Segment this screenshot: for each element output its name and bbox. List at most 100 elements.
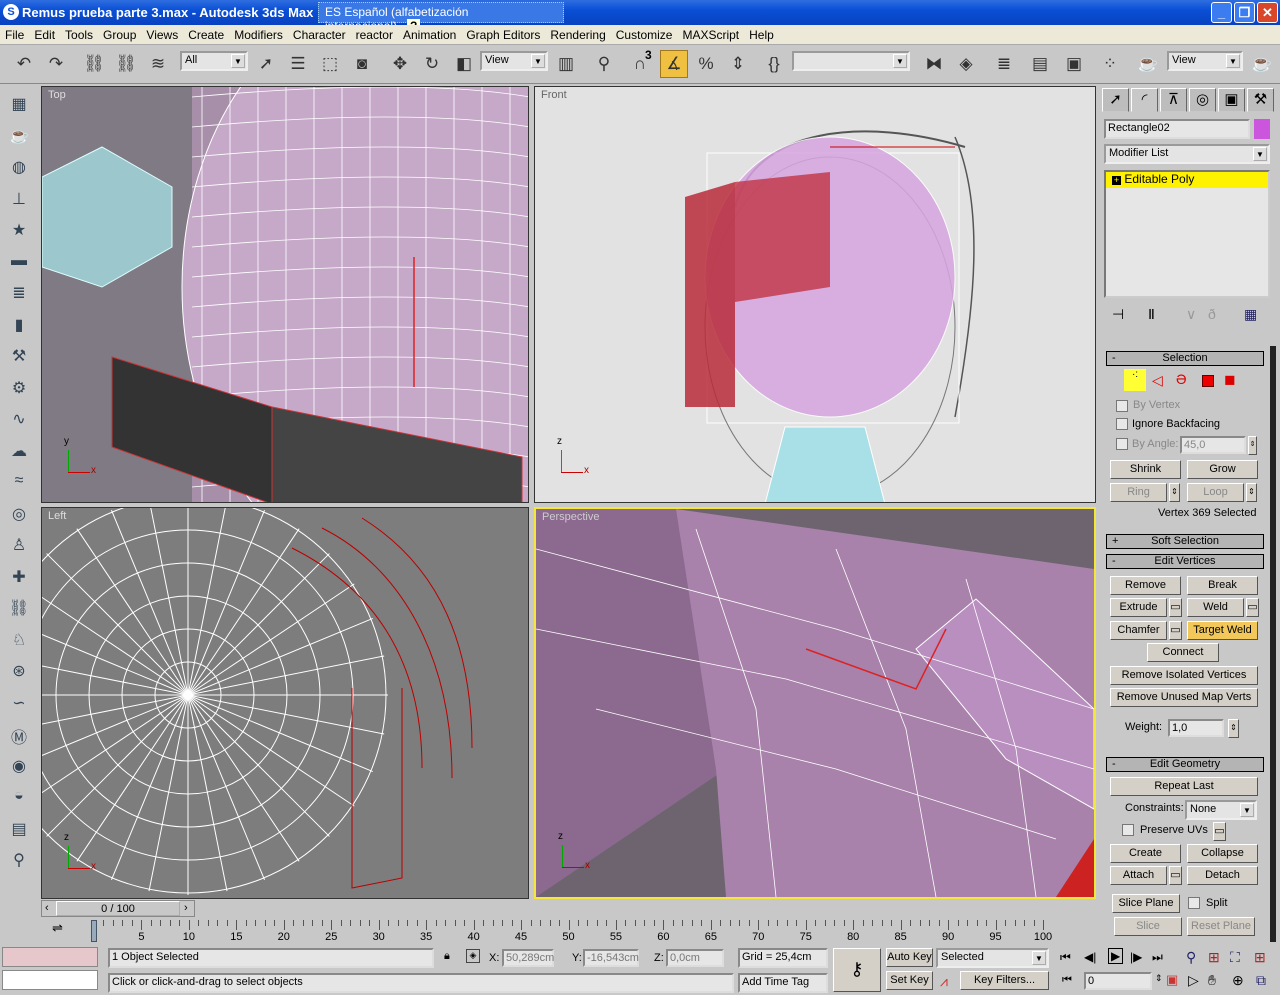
select-icon[interactable]: ➚ xyxy=(252,50,280,78)
chamfer-button[interactable]: Chamfer xyxy=(1110,621,1167,640)
menu-create[interactable]: Create xyxy=(183,25,229,42)
time-slider[interactable]: ‹ 0 / 100 › xyxy=(41,900,195,917)
fog-icon[interactable]: ☁ xyxy=(6,441,32,465)
viewport-label-front[interactable]: Front xyxy=(541,89,567,101)
menu-modifiers[interactable]: Modifiers xyxy=(229,25,288,42)
stack-icon[interactable]: ≣ xyxy=(6,283,32,307)
select-by-name-icon[interactable]: ☰ xyxy=(284,50,312,78)
configure-modifier-sets-icon[interactable]: ▦ xyxy=(1244,306,1257,323)
modify-tab[interactable]: ◜ xyxy=(1131,88,1158,112)
align-icon[interactable]: ◈ xyxy=(952,50,980,78)
bind-space-warp-icon[interactable]: ≋ xyxy=(144,50,172,78)
edit-vertices-rollout-header[interactable]: - Edit Vertices xyxy=(1106,554,1264,569)
viewport-perspective[interactable]: Perspective zx xyxy=(534,507,1096,899)
x-coordinate-field[interactable]: 50,289cm xyxy=(502,949,554,967)
redo-icon[interactable]: ↷ xyxy=(42,50,70,78)
language-bar[interactable]: ES Español (alfabetización internacional… xyxy=(318,2,564,33)
spinner-snap-icon[interactable]: ⇕ xyxy=(724,50,752,78)
material-editor-icon[interactable]: ⁘ xyxy=(1096,50,1124,78)
previous-frame-icon[interactable]: ◀| xyxy=(1084,950,1096,964)
auto-key-button[interactable]: Auto Key xyxy=(886,948,933,967)
zoom-extents-all-icon[interactable]: ⊞ xyxy=(1254,949,1266,966)
menu-views[interactable]: Views xyxy=(141,25,183,42)
viewport-render-dropdown[interactable]: View ▼ xyxy=(1167,51,1243,71)
viewport-label-perspective[interactable]: Perspective xyxy=(542,511,599,523)
app-icon[interactable]: S xyxy=(3,4,19,20)
edit-named-selections-icon[interactable]: {} xyxy=(760,50,788,78)
loop-button[interactable]: Loop xyxy=(1187,483,1244,502)
set-key-button[interactable]: Set Key xyxy=(886,971,933,990)
attach-button[interactable]: Attach xyxy=(1110,866,1167,885)
rotate-icon[interactable]: ↻ xyxy=(418,50,446,78)
weight-spinner[interactable]: ⇕ xyxy=(1228,719,1239,738)
named-selection-dropdown[interactable]: ▼ xyxy=(792,51,910,71)
box-icon[interactable]: ▦ xyxy=(6,94,32,118)
by-angle-checkbox[interactable] xyxy=(1116,438,1128,450)
connect-button[interactable]: Connect xyxy=(1147,643,1219,662)
modifier-list-dropdown[interactable]: Modifier List ▼ xyxy=(1104,144,1270,164)
repeat-last-button[interactable]: Repeat Last xyxy=(1110,777,1258,796)
minimize-button[interactable]: _ xyxy=(1211,2,1232,23)
slice-plane-button[interactable]: Slice Plane xyxy=(1112,894,1180,913)
command-panel-scrollbar[interactable] xyxy=(1270,346,1276,942)
frame-spinner[interactable]: ⇕ xyxy=(1155,973,1163,984)
menu-tools[interactable]: Tools xyxy=(60,25,98,42)
slider-prev-icon[interactable]: ‹ xyxy=(45,902,49,914)
absolute-mode-icon[interactable]: ◈ xyxy=(466,949,480,963)
weld-settings-icon[interactable]: ▭ xyxy=(1246,598,1259,617)
menu-help[interactable]: Help xyxy=(744,25,779,42)
selection-filter-dropdown[interactable]: All ▼ xyxy=(180,51,248,71)
time-configuration-icon[interactable]: ▣ xyxy=(1166,972,1178,988)
pan-icon[interactable]: ✋︎ xyxy=(1208,972,1216,989)
mt-icon[interactable]: Ⓜ xyxy=(6,724,32,748)
attach-settings-icon[interactable]: ▭ xyxy=(1169,866,1182,885)
chair-icon[interactable]: ♘ xyxy=(6,630,32,654)
teapot-icon[interactable]: ☕ xyxy=(6,126,32,150)
waves-icon[interactable]: ≈ xyxy=(6,472,32,496)
weight-field[interactable]: 1,0 xyxy=(1168,719,1224,737)
ignore-backfacing-checkbox[interactable] xyxy=(1116,418,1128,430)
arc-rotate-icon[interactable]: ⊕ xyxy=(1232,972,1244,989)
grow-button[interactable]: Grow xyxy=(1187,460,1258,479)
unlink-icon[interactable]: ⛓ xyxy=(112,50,140,78)
viewport-label-left[interactable]: Left xyxy=(48,510,66,522)
stack-item-editable-poly[interactable]: + Editable Poly xyxy=(1106,172,1268,188)
go-to-start-icon[interactable]: ⏮ xyxy=(1060,950,1071,965)
reset-plane-button[interactable]: Reset Plane xyxy=(1187,917,1255,936)
ring-button[interactable]: Ring xyxy=(1110,483,1167,502)
menu-rendering[interactable]: Rendering xyxy=(545,25,610,42)
viewport-label-top[interactable]: Top xyxy=(48,89,66,101)
shrink-button[interactable]: Shrink xyxy=(1110,460,1181,479)
pin-stack-icon[interactable]: ⊣ xyxy=(1112,306,1124,323)
ref-coord-dropdown[interactable]: View ▼ xyxy=(480,51,548,71)
key-mode-dropdown[interactable]: Selected ▼ xyxy=(936,948,1049,968)
detach-button[interactable]: Detach xyxy=(1187,866,1258,885)
select-link-icon[interactable]: ⛓ xyxy=(80,50,108,78)
link-icon[interactable]: ⛓ xyxy=(6,598,32,622)
cone-icon[interactable]: ⊥ xyxy=(6,189,32,213)
create-tab[interactable]: ➚ xyxy=(1102,88,1129,112)
ring-icon[interactable]: ◎ xyxy=(6,504,32,528)
maxscript-input[interactable] xyxy=(2,970,98,990)
track-bar[interactable]: ⇌051015202530354045505560657075808590951… xyxy=(40,918,1098,943)
curve-editor-icon[interactable]: ▤ xyxy=(1026,50,1054,78)
go-to-end-icon[interactable]: ⏭ xyxy=(1152,950,1163,965)
play-icon[interactable]: ▶ xyxy=(1108,948,1124,964)
angle-field[interactable]: 45,0 xyxy=(1180,436,1246,454)
gear-icon[interactable]: ⚙ xyxy=(6,378,32,402)
window-crossing-icon[interactable]: ◙ xyxy=(348,50,376,78)
zoom-all-icon[interactable]: ⊞ xyxy=(1208,949,1220,966)
menu-file[interactable]: File xyxy=(0,25,29,42)
create-button[interactable]: Create xyxy=(1110,844,1181,863)
menu-maxscript[interactable]: MAXScript xyxy=(677,25,744,42)
tool-icon[interactable]: ⚒ xyxy=(6,346,32,370)
sphere-icon[interactable]: ◍ xyxy=(6,157,32,181)
key-tangent-icon[interactable]: ⩘ xyxy=(940,973,948,990)
angle-snap-icon[interactable]: ∡ xyxy=(660,50,688,78)
manipulate-icon[interactable]: ⚲ xyxy=(590,50,618,78)
undo-icon[interactable]: ↶ xyxy=(10,50,38,78)
display-tab[interactable]: ▣ xyxy=(1218,88,1245,112)
next-frame-icon[interactable]: |▶ xyxy=(1130,950,1142,964)
add-time-tag[interactable]: Add Time Tag xyxy=(738,973,828,993)
loop-spinner[interactable]: ⇕ xyxy=(1246,483,1257,502)
